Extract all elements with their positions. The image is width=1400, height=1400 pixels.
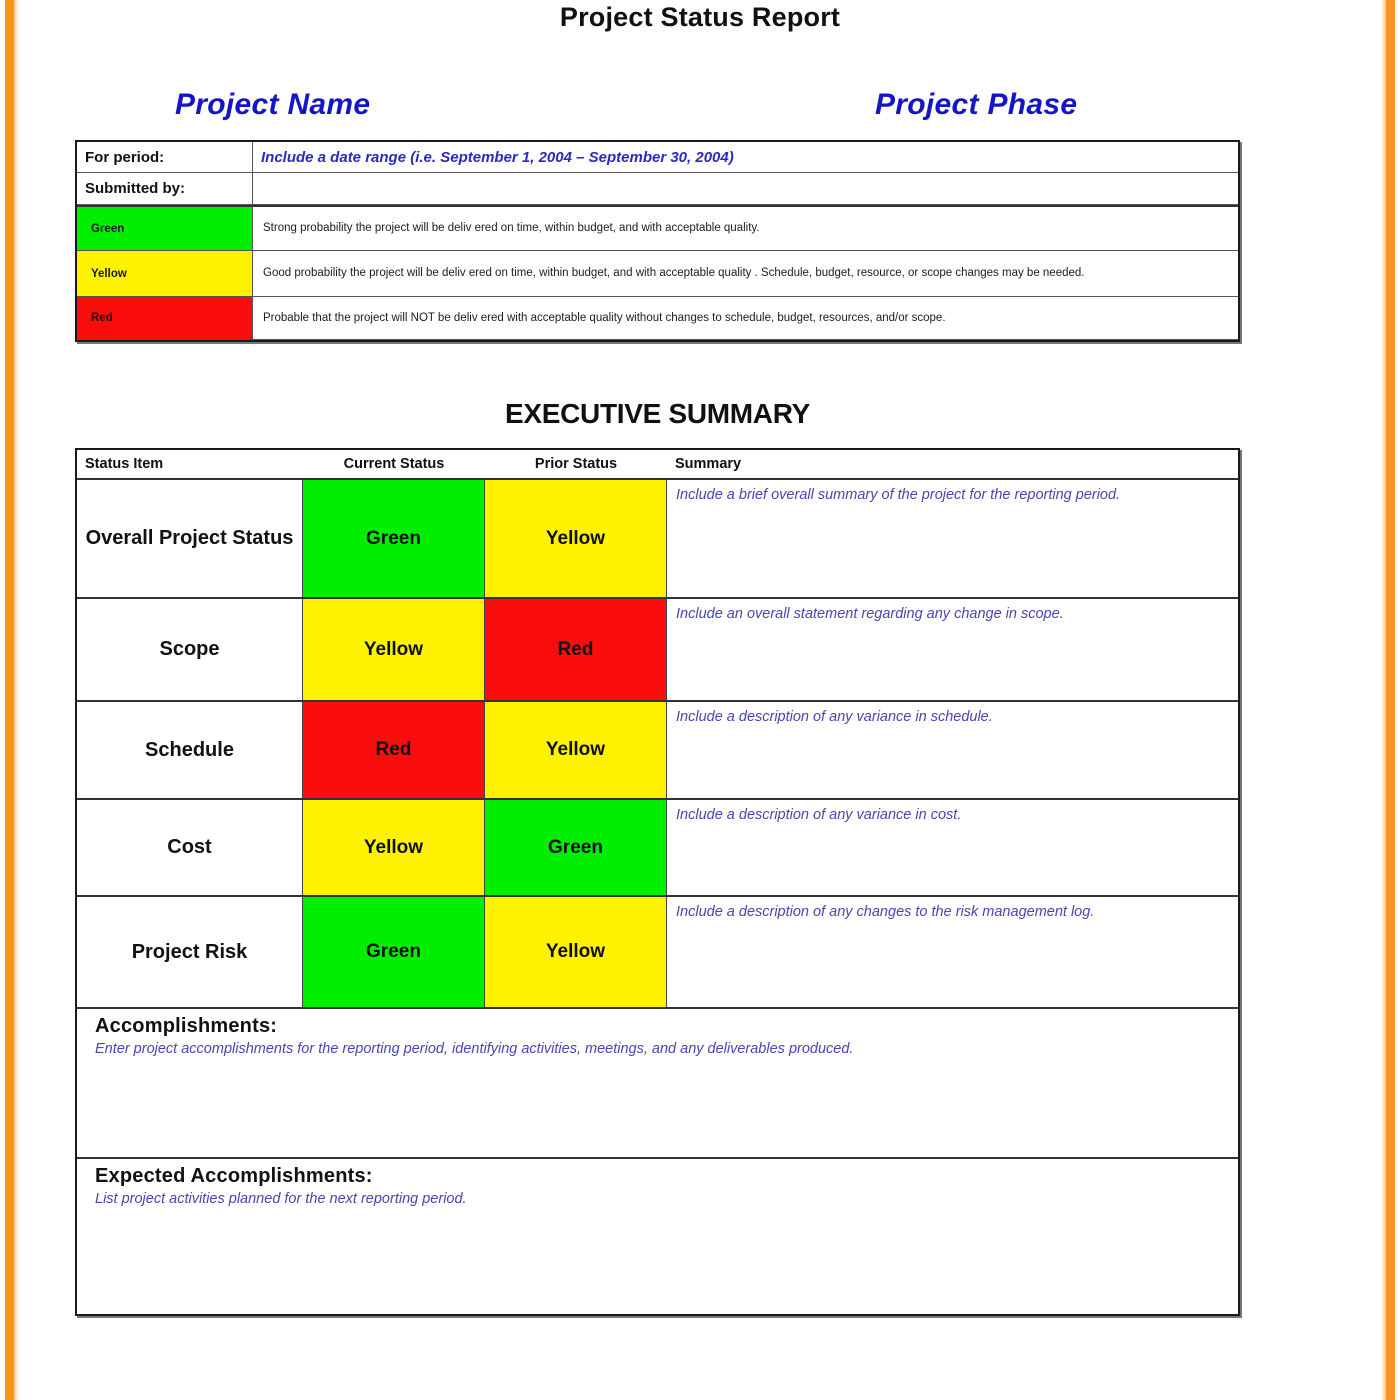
expected-accomplishments-note: List project activities planned for the … xyxy=(95,1191,467,1207)
legend-description-red: Probable that the project will NOT be de… xyxy=(253,297,1238,340)
legend-row-green: Green Strong probability the project wil… xyxy=(77,207,1238,251)
table-row: Project Risk Green Yellow Include a desc… xyxy=(77,897,1238,1009)
table-row: Scope Yellow Red Include an overall stat… xyxy=(77,599,1238,702)
current-status-cell[interactable]: Green xyxy=(303,480,485,597)
submitted-by-field[interactable] xyxy=(253,173,1238,205)
project-status-report-page: Project Status Report Project Name Proje… xyxy=(0,0,1400,1400)
status-item-label: Schedule xyxy=(77,702,303,798)
current-status-cell[interactable]: Yellow xyxy=(303,800,485,895)
column-header-status-item: Status Item xyxy=(85,456,164,472)
prior-status-cell[interactable]: Yellow xyxy=(485,480,667,597)
legend-description-yellow: Good probability the project will be del… xyxy=(253,251,1238,297)
legend-description-green: Strong probability the project will be d… xyxy=(253,207,1238,251)
page-title: Project Status Report xyxy=(559,2,841,32)
left-orange-border-fade xyxy=(14,0,19,1400)
submitted-by-row: Submitted by: xyxy=(77,173,1238,207)
project-name-heading: Project Name xyxy=(175,88,371,121)
prior-status-cell[interactable]: Red xyxy=(485,599,667,700)
expected-accomplishments-title: Expected Accomplishments: xyxy=(95,1165,373,1187)
for-period-field[interactable]: Include a date range (i.e. September 1, … xyxy=(253,142,1238,173)
executive-summary-table: Status Item Current Status Prior Status … xyxy=(75,448,1240,1316)
legend-row-yellow: Yellow Good probability the project will… xyxy=(77,251,1238,297)
status-item-label: Cost xyxy=(77,800,303,895)
legend-swatch-green: Green xyxy=(77,207,253,251)
table-row: Schedule Red Yellow Include a descriptio… xyxy=(77,702,1238,800)
summary-cell[interactable]: Include a description of any changes to … xyxy=(667,897,1238,1007)
for-period-row: For period: Include a date range (i.e. S… xyxy=(77,142,1238,173)
accomplishments-section[interactable]: Accomplishments: Enter project accomplis… xyxy=(77,1009,1238,1159)
legend-swatch-yellow: Yellow xyxy=(77,251,253,297)
prior-status-cell[interactable]: Green xyxy=(485,800,667,895)
current-status-cell[interactable]: Red xyxy=(303,702,485,798)
column-header-prior-status: Prior Status xyxy=(534,456,618,472)
current-status-cell[interactable]: Green xyxy=(303,897,485,1007)
for-period-value: Include a date range (i.e. September 1, … xyxy=(261,148,734,166)
summary-cell[interactable]: Include an overall statement regarding a… xyxy=(667,599,1238,700)
expected-accomplishments-section[interactable]: Expected Accomplishments: List project a… xyxy=(77,1159,1238,1314)
summary-cell[interactable]: Include a description of any variance in… xyxy=(667,702,1238,798)
status-item-label: Project Risk xyxy=(77,897,303,1007)
project-phase-heading: Project Phase xyxy=(875,88,1078,121)
right-orange-border xyxy=(1386,0,1395,1400)
status-item-label: Scope xyxy=(77,599,303,700)
legend-row-red: Red Probable that the project will NOT b… xyxy=(77,297,1238,340)
prior-status-cell[interactable]: Yellow xyxy=(485,897,667,1007)
summary-cell[interactable]: Include a brief overall summary of the p… xyxy=(667,480,1238,597)
legend-swatch-red: Red xyxy=(77,297,253,340)
section-headings: Project Name Project Phase xyxy=(75,88,1240,128)
table-row: Overall Project Status Green Yellow Incl… xyxy=(77,480,1238,599)
accomplishments-note: Enter project accomplishments for the re… xyxy=(95,1041,854,1057)
summary-cell[interactable]: Include a description of any variance in… xyxy=(667,800,1238,895)
table-header-row: Status Item Current Status Prior Status … xyxy=(77,450,1238,480)
right-orange-border-fade xyxy=(1381,0,1386,1400)
for-period-label: For period: xyxy=(77,142,253,173)
prior-status-cell[interactable]: Yellow xyxy=(485,702,667,798)
column-header-summary: Summary xyxy=(675,456,742,472)
status-item-label: Overall Project Status xyxy=(77,480,303,597)
current-status-cell[interactable]: Yellow xyxy=(303,599,485,700)
column-header-current-status: Current Status xyxy=(343,456,445,472)
left-orange-border xyxy=(5,0,14,1400)
executive-summary-heading: EXECUTIVE SUMMARY xyxy=(504,398,810,429)
report-header-table: For period: Include a date range (i.e. S… xyxy=(75,140,1240,342)
submitted-by-label: Submitted by: xyxy=(77,173,253,205)
table-row: Cost Yellow Green Include a description … xyxy=(77,800,1238,897)
accomplishments-title: Accomplishments: xyxy=(95,1015,278,1037)
